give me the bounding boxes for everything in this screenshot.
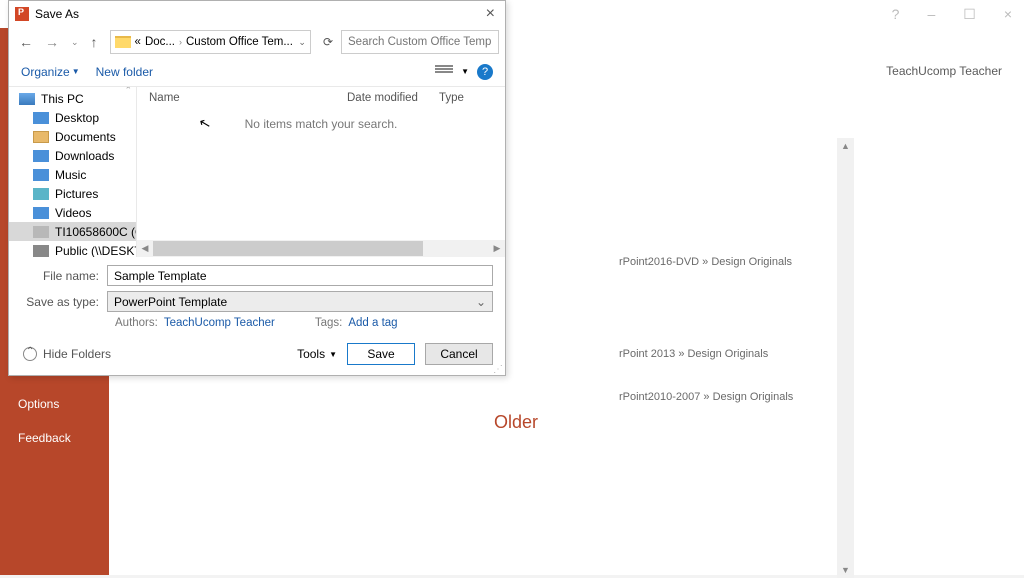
- nav-back-button[interactable]: ←: [15, 32, 37, 52]
- tree-videos[interactable]: Videos: [9, 203, 136, 222]
- address-bar[interactable]: « Doc... › Custom Office Tem... ⌄: [110, 30, 311, 54]
- scroll-thumb[interactable]: [153, 241, 423, 256]
- sidebar-item-options[interactable]: Options: [0, 387, 109, 421]
- tree-desktop[interactable]: Desktop: [9, 108, 136, 127]
- tags-value[interactable]: Add a tag: [348, 317, 397, 329]
- drive-icon: [33, 226, 49, 238]
- new-folder-button[interactable]: New folder: [96, 65, 153, 79]
- organize-menu[interactable]: Organize▼: [21, 65, 80, 79]
- videos-icon: [33, 207, 49, 219]
- folder-icon: [115, 36, 131, 48]
- column-headers[interactable]: Name Date modified Type: [137, 87, 505, 109]
- empty-message: No items match your search.: [137, 117, 505, 131]
- network-icon: [33, 245, 49, 257]
- help-button[interactable]: ?: [892, 6, 900, 23]
- tree-collapse-icon[interactable]: ⌃: [124, 87, 132, 96]
- nav-forward-button: →: [41, 32, 63, 52]
- recent-path-1[interactable]: rPoint2016-DVD » Design Originals: [619, 256, 792, 268]
- content-scrollbar[interactable]: ▲ ▼: [837, 138, 854, 578]
- recent-path-3[interactable]: rPoint2010-2007 » Design Originals: [619, 391, 793, 403]
- music-icon: [33, 169, 49, 181]
- nav-recent-dropdown[interactable]: ⌄: [67, 35, 83, 50]
- tree-local-drive[interactable]: TI10658600C (C:): [9, 222, 136, 241]
- scroll-left-icon[interactable]: ◀: [137, 243, 153, 254]
- tree-downloads[interactable]: Downloads: [9, 146, 136, 165]
- col-date[interactable]: Date modified: [347, 92, 439, 104]
- tree-network-public[interactable]: Public (\\DESKTO⌄: [9, 241, 136, 257]
- chevron-down-icon: ▼: [329, 350, 337, 359]
- nav-up-button[interactable]: ↑: [87, 32, 102, 52]
- scroll-right-icon[interactable]: ▶: [489, 243, 505, 254]
- dialog-close-button[interactable]: ×: [482, 5, 499, 23]
- tools-menu[interactable]: Tools▼: [297, 347, 337, 361]
- tree-documents[interactable]: Documents: [9, 127, 136, 146]
- tree-pictures[interactable]: Pictures: [9, 184, 136, 203]
- documents-icon: [33, 131, 49, 143]
- breadcrumb-prefix[interactable]: «: [135, 36, 141, 48]
- chevron-right-icon[interactable]: ›: [179, 37, 182, 47]
- address-dropdown-icon[interactable]: ⌄: [298, 37, 306, 48]
- maximize-button[interactable]: ☐: [963, 6, 976, 23]
- pc-icon: [19, 93, 35, 105]
- close-button[interactable]: ×: [1004, 6, 1012, 23]
- authors-label: Authors:: [115, 317, 158, 329]
- save-as-dialog: Save As × ← → ⌄ ↑ « Doc... › Custom Offi…: [8, 0, 506, 376]
- file-list-area[interactable]: Name Date modified Type No items match y…: [137, 87, 505, 257]
- dialog-title: Save As: [35, 7, 79, 21]
- filename-label: File name:: [21, 269, 107, 283]
- pictures-icon: [33, 188, 49, 200]
- chevron-up-icon: [23, 347, 37, 361]
- tree-music[interactable]: Music: [9, 165, 136, 184]
- search-input[interactable]: [341, 30, 499, 54]
- folder-tree[interactable]: ⌃ This PC Desktop Documents Downloads Mu…: [9, 87, 137, 257]
- resize-grip[interactable]: ⋰: [493, 367, 503, 373]
- account-user[interactable]: TeachUcomp Teacher: [886, 64, 1002, 78]
- cancel-button[interactable]: Cancel: [425, 343, 493, 365]
- downloads-icon: [33, 150, 49, 162]
- desktop-icon: [33, 112, 49, 124]
- view-dropdown-icon[interactable]: ▼: [461, 67, 469, 76]
- savetype-label: Save as type:: [21, 295, 107, 309]
- col-name[interactable]: Name: [149, 92, 347, 104]
- breadcrumb-seg-1[interactable]: Doc...: [145, 36, 175, 48]
- hide-folders-button[interactable]: Hide Folders: [23, 347, 111, 361]
- horizontal-scrollbar[interactable]: ◀ ▶: [137, 240, 505, 257]
- filename-input[interactable]: [107, 265, 493, 286]
- older-heading: Older: [494, 412, 538, 433]
- save-button[interactable]: Save: [347, 343, 415, 365]
- refresh-button[interactable]: ⟳: [319, 35, 337, 49]
- recent-path-2[interactable]: rPoint 2013 » Design Originals: [619, 348, 768, 360]
- breadcrumb-seg-2[interactable]: Custom Office Tem...: [186, 36, 293, 48]
- savetype-select[interactable]: PowerPoint Template: [107, 291, 493, 312]
- tags-label: Tags:: [315, 317, 343, 329]
- view-options-button[interactable]: [435, 65, 453, 79]
- sidebar-item-feedback[interactable]: Feedback: [0, 421, 109, 455]
- scroll-down-icon[interactable]: ▼: [837, 562, 854, 578]
- scroll-up-icon[interactable]: ▲: [837, 138, 854, 154]
- col-type[interactable]: Type: [439, 92, 499, 104]
- authors-value[interactable]: TeachUcomp Teacher: [164, 317, 275, 329]
- minimize-button[interactable]: –: [927, 6, 935, 23]
- help-icon[interactable]: ?: [477, 64, 493, 80]
- tree-this-pc[interactable]: This PC: [9, 89, 136, 108]
- powerpoint-icon: [15, 7, 29, 21]
